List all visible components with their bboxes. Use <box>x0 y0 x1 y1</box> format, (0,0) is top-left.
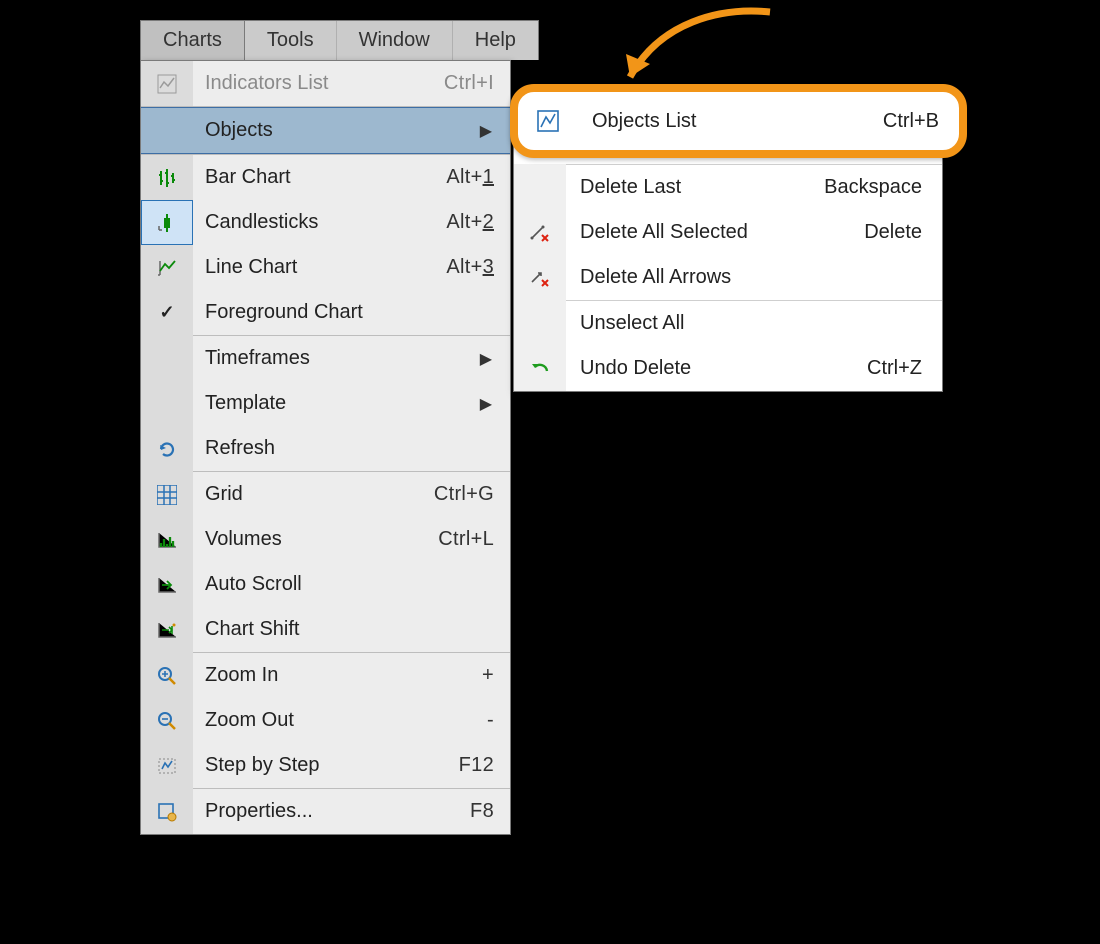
menu-candlesticks-label: Candlesticks <box>193 211 446 234</box>
menu-zoom-in[interactable]: Zoom In + <box>141 653 510 698</box>
menu-line-chart[interactable]: Line Chart Alt+3 <box>141 245 510 290</box>
menubar-item-tools[interactable]: Tools <box>245 21 337 60</box>
menu-auto-scroll-label: Auto Scroll <box>193 573 510 596</box>
menubar-item-help[interactable]: Help <box>453 21 538 60</box>
submenu-delete-all-selected[interactable]: Delete All Selected Delete <box>514 210 942 255</box>
menubar-item-window[interactable]: Window <box>337 21 453 60</box>
menu-zoom-out-label: Zoom Out <box>193 709 487 732</box>
menu-refresh[interactable]: Refresh <box>141 426 510 471</box>
menu-volumes-label: Volumes <box>193 528 438 551</box>
menu-objects[interactable]: Objects ▶ <box>141 107 510 154</box>
menu-auto-scroll[interactable]: Auto Scroll <box>141 562 510 607</box>
menu-timeframes[interactable]: Timeframes ▶ <box>141 336 510 381</box>
menu-separator <box>514 164 942 165</box>
menu-foreground-label: Foreground Chart <box>193 301 510 324</box>
menu-refresh-label: Refresh <box>193 437 510 460</box>
menu-zoom-out[interactable]: Zoom Out - <box>141 698 510 743</box>
candlestick-icon <box>154 210 180 236</box>
menu-grid-shortcut: Ctrl+G <box>434 483 510 506</box>
submenu-delete-selected-shortcut: Delete <box>864 221 942 244</box>
menu-template[interactable]: Template ▶ <box>141 381 510 426</box>
submenu-delete-all-arrows[interactable]: Delete All Arrows <box>514 255 942 300</box>
menu-zoom-in-label: Zoom In <box>193 664 482 687</box>
line-chart-icon <box>154 255 180 281</box>
delete-arrows-icon <box>527 265 553 291</box>
submenu-objects-list-label[interactable]: Objects List <box>578 110 883 133</box>
menu-foreground-chart[interactable]: ✓ Foreground Chart <box>141 290 510 335</box>
menu-properties-label: Properties... <box>193 800 470 823</box>
zoom-in-icon <box>154 663 180 689</box>
volumes-icon <box>154 527 180 553</box>
menu-grid[interactable]: Grid Ctrl+G <box>141 472 510 517</box>
objects-list-icon <box>535 108 561 134</box>
menu-step-shortcut: F12 <box>459 754 510 777</box>
menu-zoom-in-shortcut: + <box>482 664 510 687</box>
submenu-arrow-icon: ▶ <box>480 121 510 141</box>
grid-icon <box>154 482 180 508</box>
properties-icon <box>154 799 180 825</box>
charts-dropdown: Indicators List Ctrl+I Objects ▶ Bar Cha… <box>140 60 511 835</box>
checkmark-icon: ✓ <box>154 300 180 326</box>
step-icon <box>154 753 180 779</box>
submenu-delete-last[interactable]: Delete Last Backspace <box>514 165 942 210</box>
submenu-delete-last-shortcut: Backspace <box>824 176 942 199</box>
menu-chart-shift-label: Chart Shift <box>193 618 510 641</box>
menu-bar-chart-label: Bar Chart <box>193 166 446 189</box>
menu-line-chart-label: Line Chart <box>193 256 446 279</box>
menu-candlesticks-shortcut: Alt+2 <box>446 211 510 234</box>
submenu-delete-arrows-label: Delete All Arrows <box>566 266 942 289</box>
delete-selected-icon <box>527 220 553 246</box>
chart-shift-icon <box>154 617 180 643</box>
indicators-icon <box>154 71 180 97</box>
menu-indicators-label: Indicators List <box>193 72 444 95</box>
menu-step-by-step[interactable]: Step by Step F12 <box>141 743 510 788</box>
undo-icon <box>527 356 553 382</box>
submenu-objects-list-shortcut: Ctrl+B <box>883 110 959 133</box>
auto-scroll-icon <box>154 572 180 598</box>
menu-bar-chart[interactable]: Bar Chart Alt+1 <box>141 155 510 200</box>
submenu-unselect-all[interactable]: Unselect All <box>514 301 942 346</box>
menu-objects-label: Objects <box>193 119 480 142</box>
refresh-icon <box>154 436 180 462</box>
callout-ring: Objects List Ctrl+B <box>510 84 967 158</box>
menu-candlesticks[interactable]: Candlesticks Alt+2 <box>141 200 510 245</box>
submenu-undo-shortcut: Ctrl+Z <box>867 357 942 380</box>
menubar-item-charts[interactable]: Charts <box>141 21 245 60</box>
menu-properties-shortcut: F8 <box>470 800 510 823</box>
menu-timeframes-label: Timeframes <box>193 347 480 370</box>
menu-properties[interactable]: Properties... F8 <box>141 789 510 834</box>
menu-bar-chart-shortcut: Alt+1 <box>446 166 510 189</box>
menu-line-chart-shortcut: Alt+3 <box>446 256 510 279</box>
submenu-delete-last-label: Delete Last <box>566 176 824 199</box>
submenu-undo-delete[interactable]: Undo Delete Ctrl+Z <box>514 346 942 391</box>
menu-indicators-list: Indicators List Ctrl+I <box>141 61 510 106</box>
zoom-out-icon <box>154 708 180 734</box>
submenu-delete-selected-label: Delete All Selected <box>566 221 864 244</box>
menu-volumes[interactable]: Volumes Ctrl+L <box>141 517 510 562</box>
menu-zoom-out-shortcut: - <box>487 709 510 732</box>
submenu-unselect-label: Unselect All <box>566 312 942 335</box>
menu-indicators-shortcut: Ctrl+I <box>444 72 510 95</box>
menu-separator <box>514 300 942 301</box>
menu-chart-shift[interactable]: Chart Shift <box>141 607 510 652</box>
menu-step-label: Step by Step <box>193 754 459 777</box>
submenu-undo-label: Undo Delete <box>566 357 867 380</box>
submenu-arrow-icon: ▶ <box>480 394 510 414</box>
submenu-arrow-icon: ▶ <box>480 349 510 369</box>
menu-volumes-shortcut: Ctrl+L <box>438 528 510 551</box>
menubar: Charts Tools Window Help <box>140 20 539 60</box>
menu-template-label: Template <box>193 392 480 415</box>
menu-grid-label: Grid <box>193 483 434 506</box>
bar-chart-icon <box>154 165 180 191</box>
